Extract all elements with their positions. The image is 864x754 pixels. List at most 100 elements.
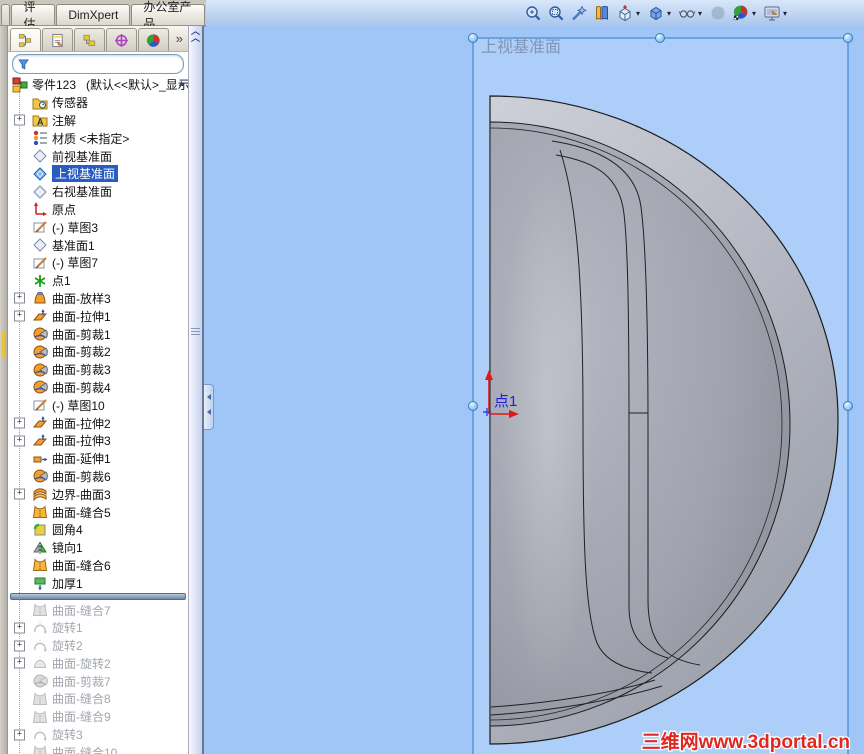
tree-item-16[interactable]: 曲面-剪裁3 (8, 361, 188, 379)
tree-item-label[interactable]: 曲面-缝合10 (52, 744, 117, 754)
tree-item-35[interactable]: 曲面-缝合9 (8, 708, 188, 726)
tree-item-34[interactable]: 曲面-缝合8 (8, 690, 188, 708)
hide-show-items-button[interactable]: ▾ (676, 3, 705, 24)
tree-item-label[interactable]: 曲面-剪裁3 (52, 361, 111, 378)
tree-item-7[interactable]: 原点 (8, 201, 188, 219)
expander-icon[interactable]: + (14, 729, 25, 741)
tree-item-3[interactable]: 材质 <未指定> (8, 129, 188, 147)
panel-scrollbar[interactable]: ︿ ︿ (188, 26, 204, 754)
tree-item-label[interactable]: 边界-曲面3 (52, 486, 111, 503)
tree-item-9[interactable]: 基准面1 (8, 236, 188, 254)
panel-tab-dimxpertmanager[interactable] (106, 28, 137, 51)
tree-item-label[interactable]: 曲面-缝合6 (52, 557, 111, 574)
tree-item-label[interactable]: (-) 草图10 (52, 397, 105, 414)
tree-item-label[interactable]: 旋转2 (52, 637, 83, 654)
expander-icon[interactable]: + (14, 417, 25, 429)
panel-tab-configurationmanager[interactable] (74, 28, 105, 51)
tree-item-label[interactable]: 镜向1 (52, 539, 83, 556)
view-settings-dropdown-caret[interactable]: ▾ (783, 9, 790, 18)
tree-item-label[interactable]: 曲面-放样3 (52, 290, 111, 307)
tree-item-label[interactable]: 注解 (52, 112, 76, 129)
tree-item-label[interactable]: 原点 (52, 201, 76, 218)
tree-item-label[interactable]: 曲面-剪裁2 (52, 343, 111, 360)
tree-item-1[interactable]: 传感器 (8, 94, 188, 112)
expander-icon[interactable]: + (14, 488, 25, 500)
tree-item-label[interactable]: 曲面-剪裁7 (52, 673, 111, 690)
tree-item-30[interactable]: + 旋转1 (8, 619, 188, 637)
panel-tab-propertymanager[interactable] (42, 28, 73, 51)
tree-item-label[interactable]: 曲面-缝合5 (52, 504, 111, 521)
scroll-up-chevron[interactable]: ︿ ︿ (189, 27, 202, 43)
filter-input[interactable] (32, 57, 178, 71)
tree-item-23[interactable]: + 边界-曲面3 (8, 485, 188, 503)
panel-tab-overflow-button[interactable]: » (176, 31, 183, 46)
tree-item-label[interactable]: 曲面-剪裁1 (52, 326, 111, 343)
hide-show-items-dropdown-caret[interactable]: ▾ (698, 9, 705, 18)
display-style-dropdown-caret[interactable]: ▾ (667, 9, 674, 18)
panel-collapse-tab[interactable] (204, 384, 214, 430)
tree-item-label[interactable]: 曲面-缝合9 (52, 708, 111, 725)
model-view[interactable]: 上视基准面 三维网www.3dportal.cn 点1 (206, 26, 864, 754)
tree-item-37[interactable]: 曲面-缝合10 (8, 743, 188, 754)
panel-tab-displaymanager[interactable] (138, 28, 169, 51)
tree-item-label[interactable]: 旋转1 (52, 619, 83, 636)
tree-item-26[interactable]: 镜向1 (8, 539, 188, 557)
expander-icon[interactable]: + (14, 435, 25, 447)
tree-item-label[interactable]: 加厚1 (52, 575, 83, 592)
tree-item-label[interactable]: 曲面-缝合7 (52, 602, 111, 619)
tree-item-label[interactable]: 曲面-旋转2 (52, 655, 111, 672)
tree-item-33[interactable]: 曲面-剪裁7 (8, 672, 188, 690)
tree-item-6[interactable]: 右视基准面 (8, 183, 188, 201)
expander-icon[interactable]: + (14, 114, 25, 126)
tree-item-label[interactable]: 曲面-缝合8 (52, 690, 111, 707)
expander-icon[interactable]: + (14, 292, 25, 304)
tree-item-2[interactable]: + A 注解 (8, 112, 188, 130)
tree-item-18[interactable]: (-) 草图10 (8, 396, 188, 414)
tree-item-13[interactable]: + 曲面-拉伸1 (8, 307, 188, 325)
tree-item-24[interactable]: 曲面-缝合5 (8, 503, 188, 521)
tree-item-11[interactable]: 点1 (8, 272, 188, 290)
panel-tab-featuremanager-tree[interactable] (10, 28, 41, 51)
tree-item-32[interactable]: + 曲面-旋转2 (8, 655, 188, 673)
apply-scene-button[interactable]: ▾ (730, 3, 759, 24)
tree-item-label[interactable]: 圆角4 (52, 521, 83, 538)
tree-item-22[interactable]: 曲面-剪裁6 (8, 468, 188, 486)
tree-item-label[interactable]: (-) 草图3 (52, 219, 98, 236)
apply-appearance-button[interactable] (707, 3, 728, 24)
tree-item-21[interactable]: 曲面-延伸1 (8, 450, 188, 468)
command-tab-1[interactable]: 评估 (11, 0, 56, 31)
tree-item-15[interactable]: 曲面-剪裁2 (8, 343, 188, 361)
tree-item-31[interactable]: + 旋转2 (8, 637, 188, 655)
expander-icon[interactable]: + (14, 640, 25, 652)
command-tab-3[interactable]: 办公室产品 (131, 0, 205, 31)
graphics-area[interactable]: 上视基准面 三维网www.3dportal.cn 点1 (206, 26, 864, 754)
tree-item-label[interactable]: 旋转3 (52, 726, 83, 743)
magic-wand-view-button[interactable] (568, 3, 589, 24)
tree-item-19[interactable]: + 曲面-拉伸2 (8, 414, 188, 432)
tree-item-label[interactable]: 曲面-剪裁4 (52, 379, 111, 396)
tree-item-label[interactable]: 曲面-剪裁6 (52, 468, 111, 485)
display-style-button[interactable]: ▾ (645, 3, 674, 24)
tree-item-8[interactable]: (-) 草图3 (8, 218, 188, 236)
tree-item-36[interactable]: + 旋转3 (8, 726, 188, 744)
command-tab-2[interactable]: DimXpert (56, 4, 131, 25)
tree-item-label[interactable]: 基准面1 (52, 237, 95, 254)
tree-item-5[interactable]: 上视基准面 (8, 165, 188, 183)
expander-icon[interactable]: + (14, 622, 25, 634)
zoom-to-area-button[interactable] (545, 3, 566, 24)
point-label[interactable]: 点1 (494, 393, 517, 410)
tree-item-label[interactable]: 传感器 (52, 94, 88, 111)
tree-item-label[interactable]: 曲面-延伸1 (52, 450, 111, 467)
tree-item-25[interactable]: 圆角4 (8, 521, 188, 539)
tree-item-17[interactable]: 曲面-剪裁4 (8, 379, 188, 397)
tree-item-label[interactable]: 曲面-拉伸2 (52, 415, 111, 432)
scrollbar-grip[interactable] (191, 326, 200, 337)
tree-item-10[interactable]: (-) 草图7 (8, 254, 188, 272)
filter-box[interactable] (12, 54, 184, 74)
tree-item-label[interactable]: 右视基准面 (52, 183, 112, 200)
tree-item-label[interactable]: 曲面-拉伸1 (52, 308, 111, 325)
tree-item-label[interactable]: 点1 (52, 272, 71, 289)
view-orientation-dropdown-caret[interactable]: ▾ (636, 9, 643, 18)
section-view-button[interactable] (591, 3, 612, 24)
tree-scroll-up-button[interactable]: ▲ (175, 76, 188, 92)
